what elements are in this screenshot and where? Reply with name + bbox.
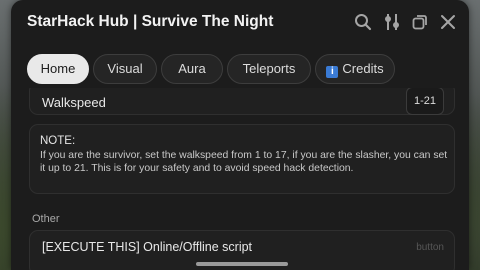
section-label-other: Other: [32, 213, 60, 225]
hub-window: StarHack Hub | Survive The Night Home Vi…: [11, 0, 469, 270]
tab-content-home[interactable]: Walkspeed 1-21 NOTE: If you are the surv…: [11, 88, 469, 270]
walkspeed-label: Walkspeed: [42, 95, 106, 110]
tab-home[interactable]: Home: [27, 54, 89, 84]
walkspeed-slider[interactable]: Walkspeed 1-21: [29, 88, 455, 115]
walkspeed-value-box[interactable]: 1-21: [406, 88, 444, 115]
info-icon: i: [326, 66, 339, 78]
close-icon[interactable]: [438, 12, 458, 32]
note-body: If you are the survivor, set the walkspe…: [40, 150, 448, 174]
button-type-hint: button: [416, 242, 444, 253]
tab-credits[interactable]: i Credits: [315, 54, 395, 84]
note-title: NOTE:: [40, 135, 76, 147]
search-icon[interactable]: [353, 12, 373, 32]
note-paragraph: NOTE: If you are the survivor, set the w…: [29, 124, 455, 194]
tab-teleports[interactable]: Teleports: [227, 54, 311, 84]
minimize-icon[interactable]: [410, 12, 430, 32]
tab-visual[interactable]: Visual: [93, 54, 157, 84]
sliders-icon[interactable]: [382, 12, 402, 32]
home-indicator[interactable]: [196, 262, 288, 266]
title-bar[interactable]: StarHack Hub | Survive The Night: [11, 0, 469, 44]
window-title: StarHack Hub | Survive The Night: [27, 13, 274, 30]
execute-script-label: [EXECUTE THIS] Online/Offline script: [42, 240, 253, 254]
tab-aura[interactable]: Aura: [161, 54, 223, 84]
tab-credits-label: Credits: [342, 61, 384, 76]
